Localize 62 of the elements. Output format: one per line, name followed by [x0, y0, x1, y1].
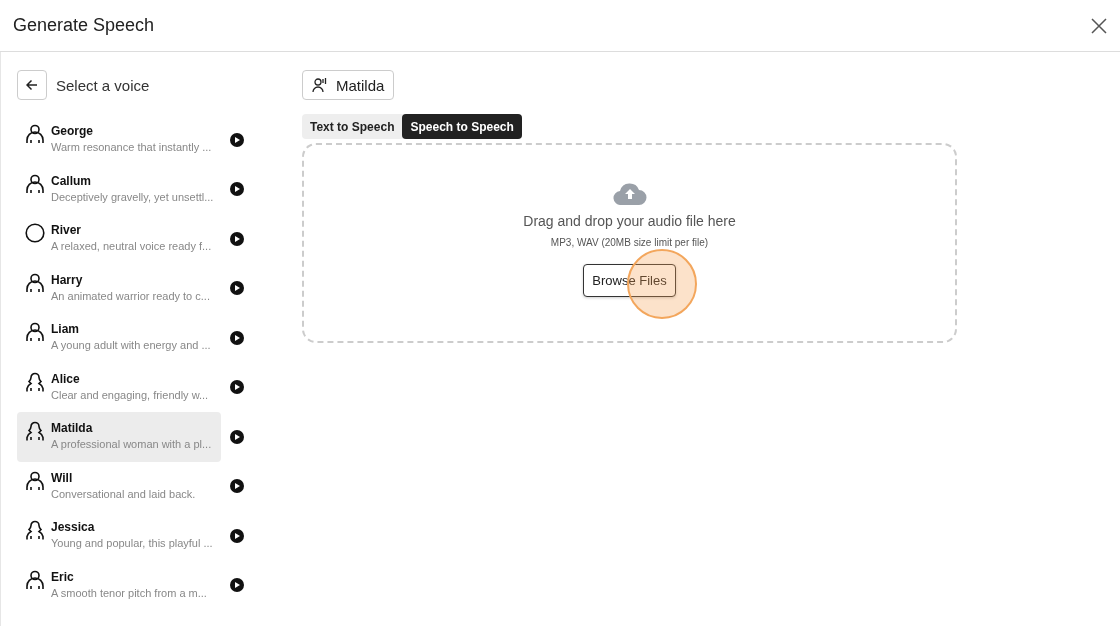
- play-icon[interactable]: [230, 182, 244, 197]
- voice-item[interactable]: Matilda A professional woman with a pl...: [17, 412, 221, 462]
- play-icon[interactable]: [230, 479, 244, 494]
- play-icon[interactable]: [230, 429, 244, 444]
- person-voice-icon: [312, 77, 328, 93]
- play-icon[interactable]: [230, 528, 244, 543]
- person-icon: [25, 470, 45, 491]
- person-icon: [25, 322, 45, 342]
- arrow-left-icon: [26, 79, 38, 91]
- voice-item[interactable]: Harry An animated warrior ready to c...: [17, 263, 221, 313]
- woman-icon: [25, 520, 45, 540]
- voice-name: Alice: [51, 371, 81, 386]
- voice-selector-button[interactable]: Matilda: [302, 70, 395, 100]
- dialog-title: Generate Speech: [13, 15, 155, 36]
- voice-name: Harry: [51, 272, 84, 287]
- voice-name: Matilda: [51, 421, 94, 435]
- play-icon[interactable]: [230, 281, 244, 296]
- play-icon[interactable]: [230, 132, 244, 147]
- voice-description: Warm resonance that instantly ...: [51, 141, 212, 153]
- cloud-upload-icon: [612, 181, 647, 205]
- voice-description: Deceptively gravelly, yet unsettl...: [51, 190, 214, 203]
- voice-item[interactable]: Will Conversational and laid back.: [17, 461, 221, 511]
- voice-item[interactable]: George Warm resonance that instantly ...: [17, 115, 221, 165]
- voice-name: Liam: [51, 322, 80, 336]
- mode-tab[interactable]: Speech to Speech: [402, 114, 522, 139]
- voice-name: George: [51, 124, 94, 138]
- play-icon[interactable]: [230, 231, 244, 246]
- voice-description: Clear and engaging, friendly w...: [51, 388, 209, 401]
- voice-description: A professional woman with a pl...: [51, 438, 212, 450]
- voice-name: River: [51, 223, 83, 237]
- play-icon[interactable]: [230, 330, 244, 345]
- circle-icon: [25, 223, 45, 243]
- voice-name: Jessica: [51, 520, 96, 534]
- woman-icon: [25, 371, 45, 392]
- dropzone-title: Drag and drop your audio file here: [523, 213, 736, 229]
- voice-description: A young adult with energy and ...: [51, 339, 211, 351]
- voice-item[interactable]: Callum Deceptively gravelly, yet unsettl...: [17, 164, 221, 214]
- voice-name: Callum: [51, 173, 92, 188]
- voice-name: Eric: [51, 569, 75, 584]
- back-button[interactable]: [17, 70, 47, 100]
- dropzone-hint: MP3, WAV (20MB size limit per file): [550, 237, 709, 248]
- voice-item[interactable]: Alice Clear and engaging, friendly w...: [17, 362, 221, 412]
- mode-tab[interactable]: Text to Speech: [302, 114, 403, 139]
- play-icon[interactable]: [230, 380, 244, 395]
- person-icon: [25, 272, 45, 293]
- play-icon[interactable]: [230, 578, 244, 593]
- panel-title: Select a voice: [56, 76, 150, 94]
- person-icon: [25, 124, 45, 144]
- voice-item[interactable]: Eric A smooth tenor pitch from a m...: [17, 560, 221, 610]
- voice-item[interactable]: Jessica Young and popular, this playful ...: [17, 511, 221, 561]
- voice-description: Conversational and laid back.: [51, 487, 196, 500]
- voice-name: Will: [51, 470, 74, 485]
- person-icon: [25, 569, 45, 590]
- voice-item[interactable]: Liam A young adult with energy and ...: [17, 313, 221, 363]
- voice-description: A smooth tenor pitch from a m...: [51, 586, 207, 599]
- woman-icon: [25, 421, 45, 441]
- voice-description: An animated warrior ready to c...: [51, 289, 210, 302]
- close-button[interactable]: [1090, 16, 1108, 35]
- voice-description: Young and popular, this playful ...: [51, 537, 213, 549]
- voice-item[interactable]: River A relaxed, neutral voice ready f...: [17, 214, 221, 264]
- voice-description: A relaxed, neutral voice ready f...: [51, 240, 212, 252]
- person-icon: [25, 173, 45, 194]
